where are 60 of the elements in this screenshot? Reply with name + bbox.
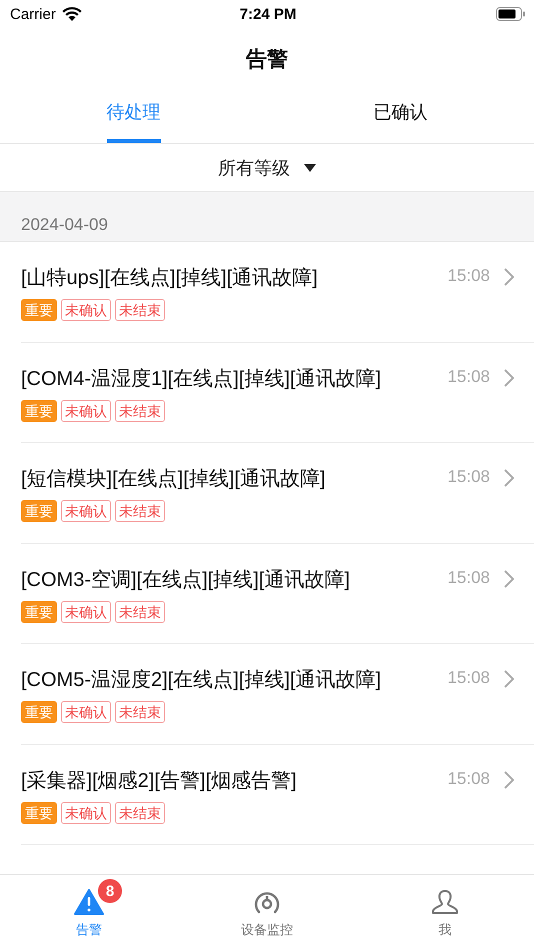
status-tag: 未结束 bbox=[115, 500, 165, 522]
status-tag: 未结束 bbox=[115, 400, 165, 422]
tab-label: 我 bbox=[438, 921, 452, 939]
chevron-icon bbox=[504, 469, 514, 487]
status-tag: 未确认 bbox=[61, 802, 111, 824]
alarm-row[interactable]: [短信模块][在线点][掉线][通讯故障] 重要 未确认 未结束 15:08 bbox=[21, 443, 534, 544]
status-tag: 未结束 bbox=[115, 802, 165, 824]
severity-tag: 重要 bbox=[21, 701, 57, 723]
date-label: 2024-04-09 bbox=[21, 215, 108, 235]
clock-time: 7:24 PM bbox=[240, 6, 296, 22]
alarm-time: 15:08 bbox=[447, 568, 490, 588]
chevron-icon bbox=[504, 368, 514, 386]
alarm-title: [采集器][烟感2][告警][烟感告警] bbox=[21, 768, 298, 794]
alarm-time: 15:08 bbox=[447, 266, 490, 286]
severity-tag: 重要 bbox=[21, 400, 57, 422]
warning-icon bbox=[74, 889, 104, 915]
status-tag: 未确认 bbox=[61, 400, 111, 422]
caret-icon bbox=[304, 164, 316, 172]
status-tag: 未确认 bbox=[61, 600, 111, 622]
person-icon bbox=[431, 889, 459, 915]
status-tag: 未确认 bbox=[61, 299, 111, 321]
severity-tag: 重要 bbox=[21, 500, 57, 522]
chevron-icon bbox=[504, 670, 514, 688]
alarm-title: [COM5-温湿度2][在线点][掉线][通讯故障] bbox=[21, 668, 382, 693]
alarm-time: 15:08 bbox=[447, 668, 490, 688]
alarm-row[interactable]: [山特ups][在线点][掉线][通讯故障] 重要 未确认 未结束 15:08 bbox=[21, 242, 534, 342]
status-tag: 未确认 bbox=[61, 500, 111, 522]
chevron-icon bbox=[504, 570, 514, 588]
alarm-title: [山特ups][在线点][掉线][通讯故障] bbox=[21, 266, 319, 291]
tab[interactable]: 已确认 bbox=[374, 90, 428, 143]
chevron-icon bbox=[504, 268, 514, 286]
tab-bar-item[interactable]: 设备监控 bbox=[178, 875, 356, 950]
tab-label: 告警 bbox=[76, 921, 102, 939]
page-title: 告警 bbox=[246, 47, 288, 73]
status-tag: 未结束 bbox=[115, 299, 165, 321]
status-tag: 未结束 bbox=[115, 600, 165, 622]
alarm-title: [短信模块][在线点][掉线][通讯故障] bbox=[21, 467, 326, 492]
gauge-icon bbox=[253, 890, 281, 914]
severity-tag: 重要 bbox=[21, 600, 57, 622]
alarm-title: [COM4-温湿度1][在线点][掉线][通讯故障] bbox=[21, 366, 382, 392]
tab-label: 设备监控 bbox=[241, 921, 293, 939]
battery-icon bbox=[496, 7, 526, 21]
severity-tag: 重要 bbox=[21, 802, 57, 824]
alarm-row[interactable]: [采集器][烟感2][告警][烟感告警] 重要 未确认 未结束 15:08 bbox=[21, 744, 534, 845]
chevron-icon bbox=[504, 770, 514, 788]
alarm-row[interactable]: [COM3-空调][在线点][掉线][通讯故障] 重要 未确认 未结束 15:08 bbox=[21, 544, 534, 644]
alarm-time: 15:08 bbox=[447, 768, 490, 788]
alarm-row[interactable]: [COM4-温湿度1][在线点][掉线][通讯故障] 重要 未确认 未结束 15:08 bbox=[21, 342, 534, 443]
alarm-title: [COM3-空调][在线点][掉线][通讯故障] bbox=[21, 568, 351, 592]
tab-bar-item[interactable]: 我 bbox=[356, 875, 534, 950]
alarm-row[interactable]: [COM5-温湿度2][在线点][掉线][通讯故障] 重要 未确认 未结束 15:08 bbox=[21, 644, 534, 744]
carrier-label: Carrier bbox=[10, 6, 56, 22]
alarm-time: 15:08 bbox=[447, 467, 490, 487]
severity-tag: 重要 bbox=[21, 299, 57, 321]
count-badge: 8 bbox=[98, 879, 122, 903]
tab-bar-item[interactable]: 8 告警 bbox=[0, 875, 178, 950]
wifi-icon bbox=[62, 6, 82, 22]
status-tag: 未确认 bbox=[61, 701, 111, 723]
alarm-time: 15:08 bbox=[447, 366, 490, 386]
status-tag: 未结束 bbox=[115, 701, 165, 723]
